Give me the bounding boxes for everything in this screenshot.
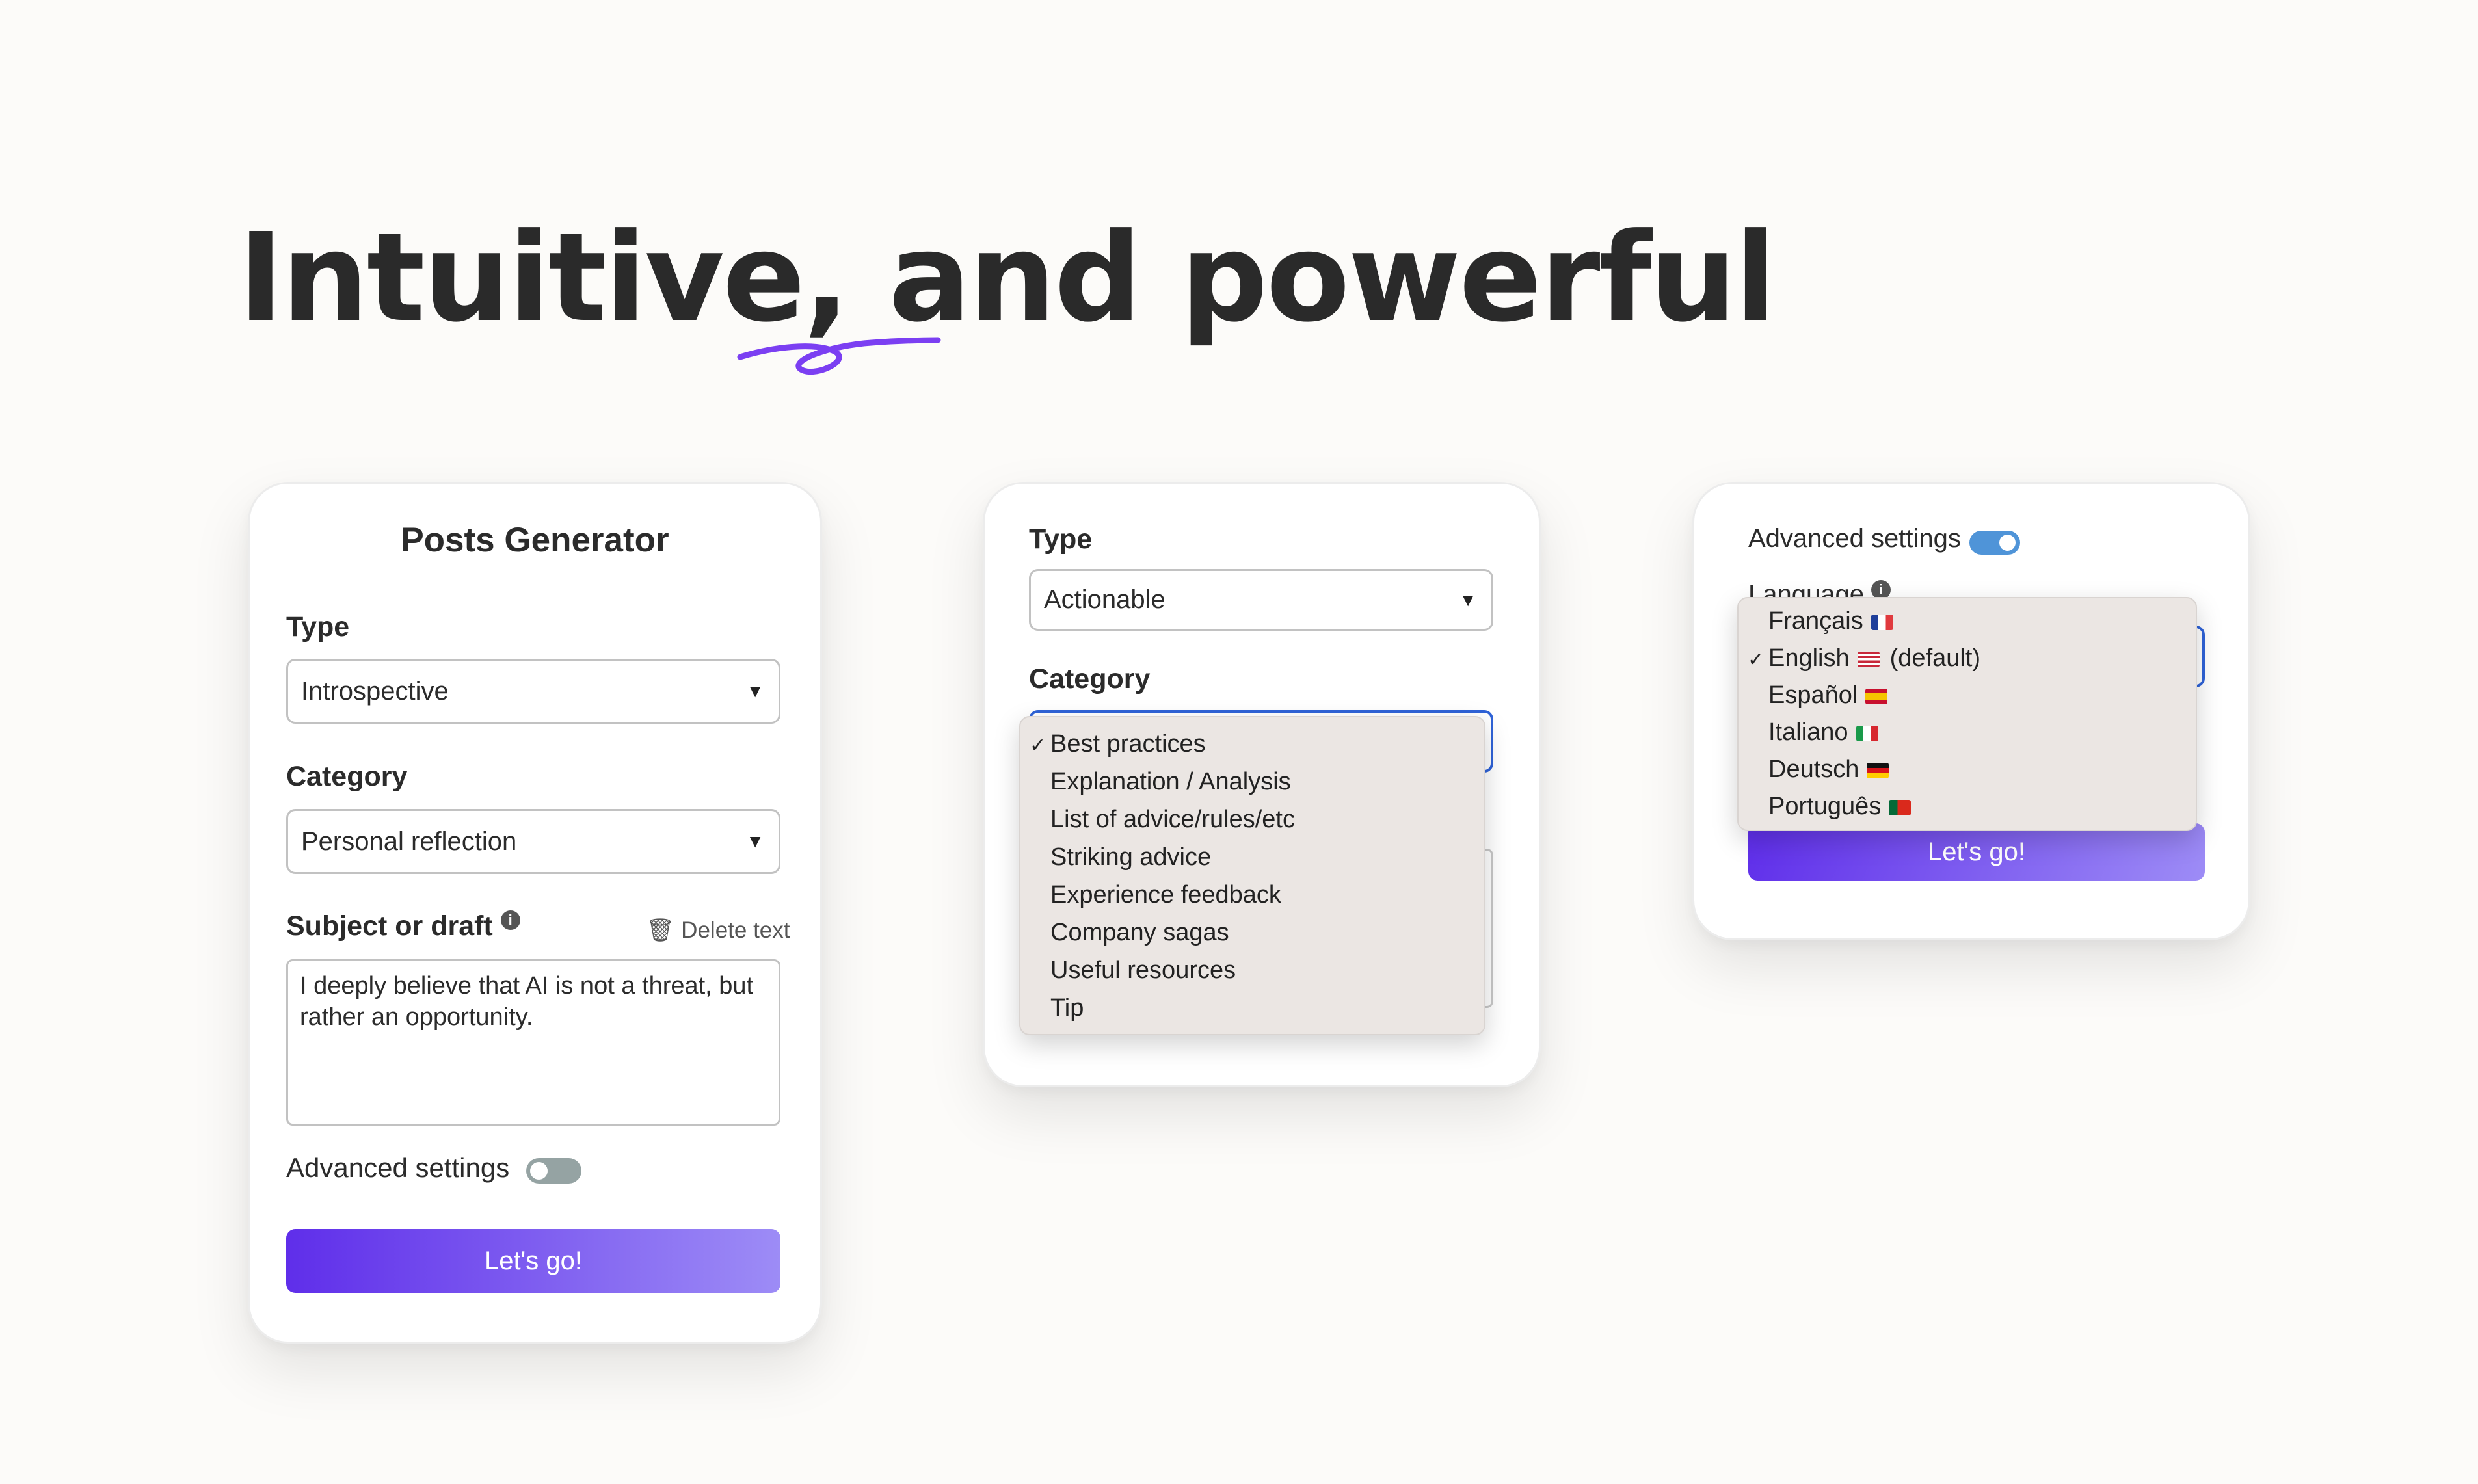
category-option-label: Experience feedback bbox=[1050, 881, 1281, 908]
type-select[interactable]: Actionable ▼ bbox=[1029, 569, 1493, 631]
language-option[interactable]: Português bbox=[1739, 793, 2196, 821]
flag-italy-icon bbox=[1856, 725, 1878, 741]
toggle-knob bbox=[1999, 535, 2016, 551]
category-option-label: Company sagas bbox=[1050, 919, 1229, 946]
language-option-label: Italiano bbox=[1768, 719, 1848, 746]
language-option[interactable]: Deutsch bbox=[1739, 756, 2196, 784]
info-icon[interactable]: i bbox=[500, 910, 520, 930]
lets-go-label: Let's go! bbox=[1928, 837, 2025, 866]
type-select-value: Actionable bbox=[1044, 585, 1166, 614]
category-option-label: Explanation / Analysis bbox=[1050, 768, 1291, 795]
flag-spain-icon bbox=[1865, 688, 1888, 704]
advanced-settings-toggle[interactable] bbox=[526, 1158, 581, 1184]
lets-go-button[interactable]: Let's go! bbox=[1748, 823, 2205, 881]
dropdown-caret-icon: ▼ bbox=[1459, 589, 1477, 610]
language-option[interactable]: Français bbox=[1739, 607, 2196, 635]
language-option[interactable]: Español bbox=[1739, 682, 2196, 709]
language-option-label: Deutsch bbox=[1768, 756, 1859, 783]
lets-go-button[interactable]: Let's go! bbox=[286, 1229, 780, 1293]
language-option-label: Português bbox=[1768, 793, 1882, 820]
checkmark-icon: ✓ bbox=[1748, 649, 1765, 670]
category-option[interactable]: ✓ Best practices bbox=[1020, 730, 1484, 758]
category-option[interactable]: Experience feedback bbox=[1020, 881, 1484, 909]
flag-usa-icon bbox=[1857, 651, 1880, 667]
category-option-label: Tip bbox=[1050, 994, 1084, 1022]
checkmark-icon: ✓ bbox=[1030, 735, 1046, 756]
category-option[interactable]: Tip bbox=[1020, 994, 1484, 1022]
category-select-value: Personal reflection bbox=[301, 827, 517, 856]
category-option[interactable]: List of advice/rules/etc bbox=[1020, 806, 1484, 834]
category-option-label: Best practices bbox=[1050, 730, 1206, 758]
category-label: Category bbox=[1029, 663, 1151, 695]
language-option[interactable]: Italiano bbox=[1739, 719, 2196, 747]
squiggle-underline-decoration bbox=[737, 337, 941, 375]
flag-germany-icon bbox=[1867, 762, 1889, 778]
toggle-knob bbox=[530, 1162, 548, 1180]
delete-text-label: Delete text bbox=[681, 918, 790, 943]
card-title: Posts Generator bbox=[401, 521, 669, 559]
advanced-settings-label: Advanced settings bbox=[1748, 524, 1961, 553]
flag-france-icon bbox=[1871, 614, 1893, 630]
language-option-label: English bbox=[1768, 644, 1850, 672]
category-option-label: Useful resources bbox=[1050, 957, 1236, 984]
trash-icon: 🗑 bbox=[646, 918, 675, 943]
advanced-settings-label: Advanced settings bbox=[286, 1152, 510, 1183]
category-option[interactable]: Striking advice bbox=[1020, 843, 1484, 871]
subject-textarea[interactable]: I deeply believe that AI is not a threat… bbox=[286, 959, 780, 1126]
subject-label-text: Subject or draft bbox=[286, 910, 493, 942]
type-label: Type bbox=[286, 611, 350, 643]
flag-portugal-icon bbox=[1889, 799, 1912, 815]
type-select[interactable]: Introspective ▼ bbox=[286, 659, 780, 724]
type-select-value: Introspective bbox=[301, 676, 449, 706]
subject-label: Subject or draft i bbox=[286, 910, 520, 942]
category-option-label: Striking advice bbox=[1050, 843, 1212, 871]
category-select[interactable]: Personal reflection ▼ bbox=[286, 809, 780, 874]
language-option[interactable]: ✓ English (default) bbox=[1739, 644, 2196, 672]
page-headline: Intuitive, and powerful bbox=[238, 207, 1777, 349]
advanced-settings-toggle[interactable] bbox=[1969, 531, 2020, 555]
language-option-label: Español bbox=[1768, 682, 1858, 709]
category-option[interactable]: Company sagas bbox=[1020, 919, 1484, 947]
language-option-label: Français bbox=[1768, 607, 1863, 635]
delete-text-button[interactable]: 🗑 Delete text bbox=[646, 917, 790, 944]
dropdown-caret-icon: ▼ bbox=[746, 681, 764, 701]
category-option-label: List of advice/rules/etc bbox=[1050, 806, 1295, 833]
category-label: Category bbox=[286, 761, 408, 792]
dropdown-caret-icon: ▼ bbox=[746, 831, 764, 851]
default-suffix: (default) bbox=[1889, 644, 1981, 672]
category-option[interactable]: Explanation / Analysis bbox=[1020, 768, 1484, 796]
category-option[interactable]: Useful resources bbox=[1020, 957, 1484, 985]
language-dropdown-menu: Français ✓ English (default) Español Italiano… bbox=[1737, 597, 2197, 831]
type-label: Type bbox=[1029, 523, 1093, 555]
category-dropdown-menu: ✓ Best practices Explanation / Analysis Lis… bbox=[1019, 716, 1485, 1035]
